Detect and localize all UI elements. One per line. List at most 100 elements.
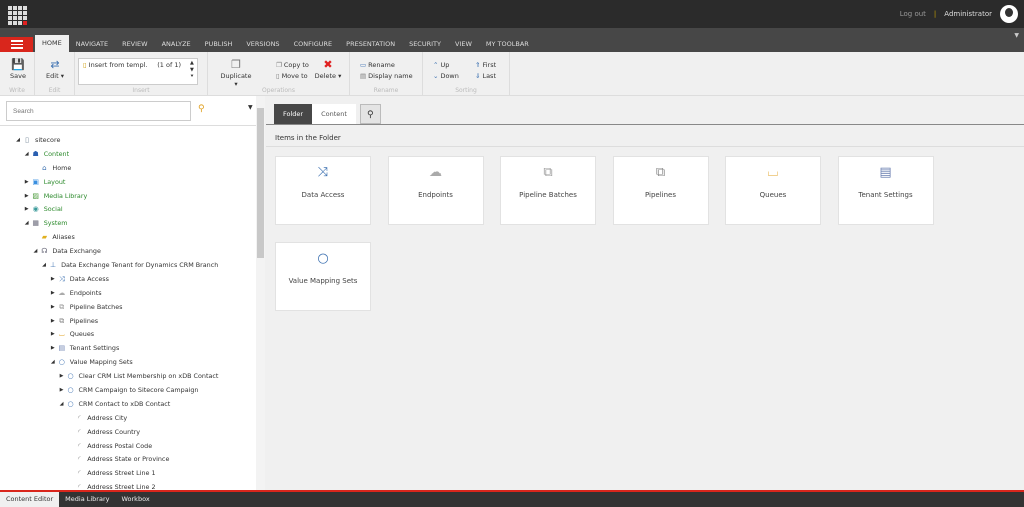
logout-link[interactable]: Log out [900,10,926,18]
sitecore-launchpad-logo[interactable] [8,6,27,25]
collapse-arrow-icon[interactable]: ◢ [58,398,66,412]
search-options-icon[interactable]: ▼ [248,104,253,111]
tree-node-label[interactable]: Pipelines [70,315,98,329]
first-button[interactable]: ⇑ First [475,61,496,69]
expand-arrow-icon[interactable]: ▶ [58,370,66,384]
tree-node-label[interactable]: Data Exchange [52,245,101,259]
tree-node-label[interactable]: CRM Campaign to Sitecore Campaign [79,384,199,398]
tree-node-label[interactable]: Queues [70,328,94,342]
ribbon-tab-security[interactable]: SECURITY [402,37,448,52]
tab-content[interactable]: Content [312,104,356,124]
folder-item-tile[interactable]: ▤ Tenant Settings [837,156,934,225]
hamburger-menu-button[interactable] [0,37,33,52]
collapse-arrow-icon[interactable]: ◢ [23,217,31,231]
collapse-arrow-icon[interactable]: ◢ [14,134,22,148]
tab-folder[interactable]: Folder [274,104,313,124]
tree-node[interactable]: ◢ ○ Value Mapping Sets [0,356,255,370]
tree-node[interactable]: ▶ ☁ Endpoints [0,287,255,301]
tree-node[interactable]: ◢ ▯ sitecore [0,134,255,148]
folder-item-tile[interactable]: ⧉ Pipeline Batches [500,156,596,225]
insert-scroll-arrows[interactable]: ▲ ▼ ⯆ [190,60,194,81]
tree-node[interactable]: ◢ ☗ Content [0,148,255,162]
ribbon-tab-view[interactable]: VIEW [448,37,479,52]
expand-arrow-icon[interactable]: ▶ [49,342,57,356]
insert-options-list[interactable]: ▯ Insert from templ. (1 of 1) ▲ ▼ ⯆ [78,58,198,85]
scrollbar-thumb[interactable] [257,108,264,258]
copy-to-button[interactable]: ❐ Copy to [276,61,309,69]
tree-node-label[interactable]: Data Exchange Tenant for Dynamics CRM Br… [61,259,218,273]
tree-node[interactable]: ▶ ○ CRM Campaign to Sitecore Campaign [0,384,255,398]
tree-node-label[interactable]: Media Library [44,190,88,204]
tree-node[interactable]: ▶ ⧉ Pipeline Batches [0,301,255,315]
folder-item-tile[interactable]: ☁ Endpoints [387,156,484,225]
tree-node[interactable]: ◢ ⊥ Data Exchange Tenant for Dynamics CRM … [0,259,255,273]
collapse-arrow-icon[interactable]: ◢ [31,245,39,259]
ribbon-tab-configure[interactable]: CONFIGURE [287,37,340,52]
insert-item[interactable]: Insert from templ. [89,61,148,69]
tree-node-label[interactable]: Endpoints [70,287,102,301]
ribbon-tab-publish[interactable]: PUBLISH [198,37,240,52]
folder-item-tile[interactable]: ⌴ Queues [725,156,821,225]
tree-node[interactable]: ◜ Address Country [0,426,255,440]
folder-item-tile[interactable]: ⧉ Pipelines [612,156,709,225]
tree-node-label[interactable]: Content [44,148,69,162]
collapse-arrow-icon[interactable]: ◢ [23,148,31,162]
tree-node-label[interactable]: Address City [87,412,127,426]
tree-node[interactable]: ▶ ▤ Tenant Settings [0,342,255,356]
bottom-tab-media-library[interactable]: Media Library [59,492,115,507]
tree-scrollbar[interactable] [256,96,265,490]
tree-node[interactable]: ◜ Address State or Province [0,453,255,467]
move-to-button[interactable]: ▯ Move to [276,72,308,80]
tree-node[interactable]: ▶ ▣ Layout [0,176,255,190]
ribbon-collapse-icon[interactable]: ▼ [1014,32,1019,39]
tree-node-label[interactable]: Address Country [87,426,140,440]
save-button[interactable]: 💾 Save [6,58,30,80]
ribbon-tab-my-toolbar[interactable]: MY TOOLBAR [479,37,536,52]
folder-item-tile[interactable]: ⤨ Data Access [275,156,371,225]
tree-node[interactable]: ⌂ Home [0,162,255,176]
ribbon-tab-analyze[interactable]: ANALYZE [155,37,198,52]
duplicate-button[interactable]: ❐ Duplicate ▾ [218,58,254,88]
tree-node[interactable]: ◢ ☊ Data Exchange [0,245,255,259]
search-input[interactable] [6,101,191,121]
search-icon[interactable]: ⚲ [198,104,205,114]
ribbon-tab-home[interactable]: HOME [35,35,69,52]
ribbon-tab-presentation[interactable]: PRESENTATION [339,37,402,52]
tree-node-label[interactable]: Tenant Settings [70,342,120,356]
expand-arrow-icon[interactable]: ▶ [23,190,31,204]
collapse-arrow-icon[interactable]: ◢ [49,356,57,370]
tree-node[interactable]: ▶ ⧉ Pipelines [0,315,255,329]
avatar[interactable] [1000,5,1018,23]
tree-node-label[interactable]: CRM Contact to xDB Contact [79,398,171,412]
tree-node-label[interactable]: Value Mapping Sets [70,356,133,370]
ribbon-tab-navigate[interactable]: NAVIGATE [69,37,115,52]
tree-node-label[interactable]: Layout [44,176,66,190]
delete-button[interactable]: ✖ Delete ▾ [312,58,344,80]
ribbon-tab-versions[interactable]: VERSIONS [239,37,286,52]
tree-node-label[interactable]: Data Access [70,273,109,287]
tree-node[interactable]: ▶ ▨ Media Library [0,190,255,204]
ribbon-tab-review[interactable]: REVIEW [115,37,155,52]
user-name[interactable]: Administrator [944,10,992,18]
up-button[interactable]: ⌃ Up [433,61,449,69]
tree-node[interactable]: ▶ ◉ Social [0,203,255,217]
expand-arrow-icon[interactable]: ▶ [49,328,57,342]
edit-button[interactable]: ⇄ Edit ▾ [41,58,69,80]
bottom-tab-content-editor[interactable]: Content Editor [0,492,60,507]
tree-node[interactable]: ▶ ○ Clear CRM List Membership on xDB Conta… [0,370,255,384]
tree-node-label[interactable]: sitecore [35,134,60,148]
collapse-arrow-icon[interactable]: ◢ [40,259,48,273]
expand-arrow-icon[interactable]: ▶ [49,315,57,329]
tree-node[interactable]: ▶ ⌴ Queues [0,328,255,342]
expand-arrow-icon[interactable]: ▶ [23,176,31,190]
folder-item-tile[interactable]: ○ Value Mapping Sets [275,242,371,311]
tree-node-label[interactable]: Aliases [52,231,74,245]
tree-node-label[interactable]: Address State or Province [87,453,169,467]
tree-node-label[interactable]: Pipeline Batches [70,301,123,315]
expand-arrow-icon[interactable]: ▶ [49,287,57,301]
tree-node-label[interactable]: Address Street Line 1 [87,467,155,481]
last-button[interactable]: ⇓ Last [475,72,496,80]
tree-node-label[interactable]: System [44,217,68,231]
tree-node-label[interactable]: Home [52,162,71,176]
expand-arrow-icon[interactable]: ▶ [49,273,57,287]
